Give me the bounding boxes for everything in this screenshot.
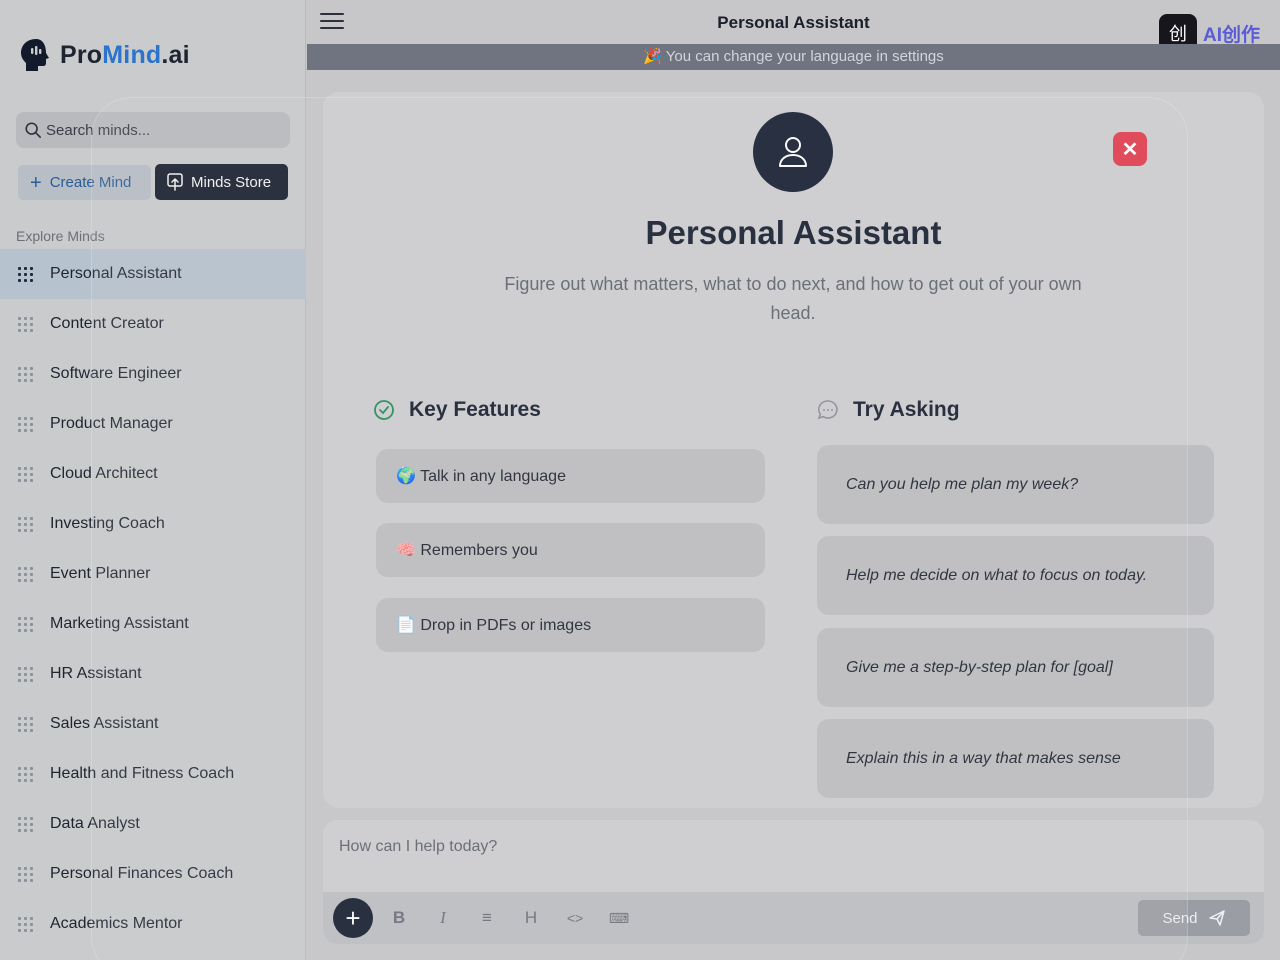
composer-toolbar: + B I ≡ H <> ⌨ Send [323, 892, 1264, 944]
try-asking-label: Try Asking [853, 398, 960, 421]
logo[interactable]: ProMind.ai [20, 38, 190, 72]
grid-dots-icon [18, 766, 33, 782]
sidebar-item-software-engineer[interactable]: Software Engineer [0, 349, 306, 399]
mind-detail-panel: ✕ Personal Assistant Figure out what mat… [323, 92, 1264, 808]
message-composer: + B I ≡ H <> ⌨ Send [323, 820, 1264, 944]
ai-creation-text: AI创作 [1202, 24, 1260, 46]
sidebar-item-label: Marketing Assistant [50, 615, 189, 632]
sidebar-item-label: Product Manager [50, 415, 173, 432]
avatar [753, 112, 833, 192]
heading-button[interactable]: H [519, 906, 543, 930]
italic-button[interactable]: I [431, 906, 455, 930]
logo-text: ProMind.ai [60, 40, 190, 69]
chat-bubble-icon [817, 400, 838, 420]
grid-dots-icon [18, 666, 33, 682]
search-icon [25, 122, 42, 139]
grid-dots-icon [18, 866, 33, 882]
grid-dots-icon [18, 616, 33, 632]
sidebar-item-label: Data Analyst [50, 815, 140, 832]
send-icon [1208, 910, 1225, 926]
suggested-prompt[interactable]: Explain this in a way that makes sense [817, 719, 1214, 798]
grid-dots-icon [18, 716, 33, 732]
feature-item: 📄 Drop in PDFs or images [376, 598, 765, 652]
plus-icon: + [30, 171, 42, 194]
message-input[interactable] [339, 838, 1239, 878]
feature-item: 🌍 Talk in any language [376, 449, 765, 503]
brain-head-icon [21, 39, 49, 71]
close-icon: ✕ [1121, 138, 1139, 161]
create-mind-label: Create Mind [49, 174, 132, 191]
send-button[interactable]: Send [1138, 900, 1250, 936]
check-circle-icon [374, 400, 394, 420]
sidebar-item-label: Event Planner [50, 565, 151, 582]
sidebar-item-health-and-fitness-coach[interactable]: Health and Fitness Coach [0, 749, 306, 799]
code-block-button[interactable]: ⌨ [607, 906, 631, 930]
key-features-heading: Key Features [373, 398, 541, 422]
grid-dots-icon [18, 416, 33, 432]
mind-list: Personal Assistant Content Creator Softwar… [0, 249, 306, 949]
sidebar-item-sales-assistant[interactable]: Sales Assistant [0, 699, 306, 749]
mind-title: Personal Assistant [645, 214, 942, 251]
suggested-prompt[interactable]: Help me decide on what to focus on today… [817, 536, 1214, 615]
sidebar-item-marketing-assistant[interactable]: Marketing Assistant [0, 599, 306, 649]
grid-dots-icon [18, 266, 33, 282]
minds-store-label: Minds Store [191, 173, 272, 191]
sidebar-item-label: HR Assistant [50, 665, 142, 682]
sidebar-item-personal-finances-coach[interactable]: Personal Finances Coach [0, 849, 306, 899]
sidebar-item-cloud-architect[interactable]: Cloud Architect [0, 449, 306, 499]
grid-dots-icon [18, 816, 33, 832]
key-features-label: Key Features [409, 398, 541, 421]
sidebar-item-label: Content Creator [50, 315, 164, 332]
sidebar-item-label: Personal Assistant [50, 265, 182, 282]
top-bar: Personal Assistant 创 AI创作 [307, 0, 1280, 52]
sidebar-item-content-creator[interactable]: Content Creator [0, 299, 306, 349]
close-button[interactable]: ✕ [1113, 132, 1147, 166]
code-button[interactable]: <> [563, 906, 587, 930]
language-banner: 🎉 You can change your language in settin… [307, 44, 1280, 70]
grid-dots-icon [18, 516, 33, 532]
page-title: Personal Assistant [717, 13, 870, 32]
sidebar-item-label: Cloud Architect [50, 465, 158, 482]
grid-dots-icon [18, 366, 33, 382]
store-upload-icon [167, 173, 183, 191]
send-label: Send [1162, 909, 1198, 927]
sidebar-item-label: Software Engineer [50, 365, 182, 382]
create-mind-button[interactable]: + Create Mind [18, 165, 151, 200]
sidebar-item-hr-assistant[interactable]: HR Assistant [0, 649, 306, 699]
search-box[interactable] [16, 112, 290, 148]
sidebar-item-data-analyst[interactable]: Data Analyst [0, 799, 306, 849]
suggested-prompt[interactable]: Give me a step-by-step plan for [goal] [817, 628, 1214, 707]
minds-store-button[interactable]: Minds Store [155, 164, 288, 200]
sidebar-item-investing-coach[interactable]: Investing Coach [0, 499, 306, 549]
sidebar-item-label: Sales Assistant [50, 715, 159, 732]
sidebar-item-product-manager[interactable]: Product Manager [0, 399, 306, 449]
bold-button[interactable]: B [387, 906, 411, 930]
search-input[interactable] [46, 121, 276, 139]
try-asking-heading: Try Asking [817, 398, 960, 422]
explore-minds-heading: Explore Minds [16, 228, 105, 244]
grid-dots-icon [18, 566, 33, 582]
sidebar: ProMind.ai + Create Mind Minds Store Exp… [0, 0, 306, 960]
grid-dots-icon [18, 916, 33, 932]
sidebar-item-label: Academics Mentor [50, 915, 183, 932]
sidebar-item-label: Investing Coach [50, 515, 165, 532]
sidebar-item-label: Health and Fitness Coach [50, 765, 235, 782]
suggested-prompt[interactable]: Can you help me plan my week? [817, 445, 1214, 524]
sidebar-item-personal-assistant[interactable]: Personal Assistant [0, 249, 306, 299]
mind-description: Figure out what matters, what to do next… [504, 274, 1082, 323]
sidebar-item-event-planner[interactable]: Event Planner [0, 549, 306, 599]
feature-item: 🧠 Remembers you [376, 523, 765, 577]
strikethrough-button[interactable]: ≡ [475, 906, 499, 930]
add-attachment-button[interactable]: + [333, 898, 373, 938]
user-icon [779, 137, 807, 167]
sidebar-item-academics-mentor[interactable]: Academics Mentor [0, 899, 306, 949]
plus-icon: + [345, 903, 361, 933]
grid-dots-icon [18, 466, 33, 482]
grid-dots-icon [18, 316, 33, 332]
sidebar-item-label: Personal Finances Coach [50, 865, 234, 882]
